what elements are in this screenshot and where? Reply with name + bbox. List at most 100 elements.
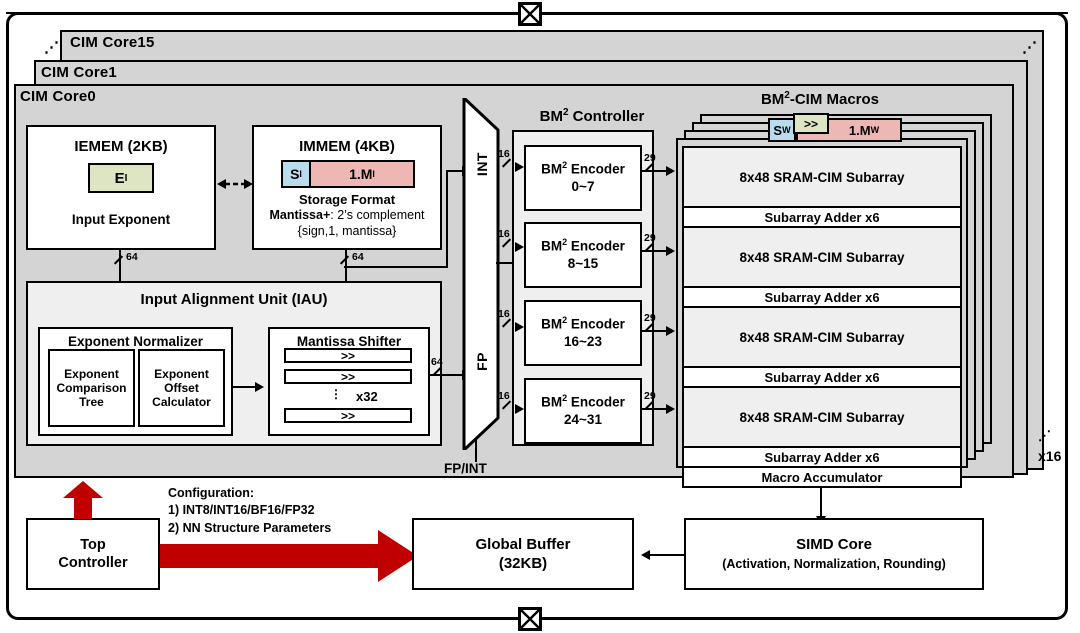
- bm2-encoder-0-line2: 0~7: [571, 178, 595, 194]
- configuration-text: Configuration: 1) INT8/INT16/BF16/FP32 2…: [168, 485, 331, 537]
- global-buffer-line2: (32KB): [498, 555, 548, 572]
- iemem-exponent-field: EI: [88, 163, 154, 193]
- shifter-vertical-ellipsis: ⋮: [330, 387, 342, 401]
- mem-link-bidirectional-arrow: [217, 177, 253, 191]
- subarray-adder-1[interactable]: Subarray Adder x6: [682, 286, 962, 308]
- core-stack-multiplier: x16: [1038, 448, 1062, 464]
- bm2-encoder-3-line1: BM2 Encoder: [541, 393, 625, 411]
- iemem-caption: Input Exponent: [71, 212, 171, 227]
- global-buffer-block[interactable]: Global Buffer (32KB): [412, 518, 634, 590]
- enc3-in-arrowhead: [515, 404, 524, 414]
- bm2-controller-title-rest: Controller: [568, 108, 645, 125]
- global-buffer-line1: Global Buffer: [475, 535, 571, 553]
- immem-format-line1-rest: : 2’s complement: [330, 208, 425, 222]
- immem-to-mux-vline: [446, 170, 449, 268]
- immem-title: IMMEM (4KB): [299, 138, 395, 155]
- bm2-controller-title: BM2 Controller: [512, 107, 672, 125]
- shifter-bus-width: 64: [431, 356, 443, 368]
- enc2-in-arrowhead: [515, 322, 524, 332]
- iau-title: Input Alignment Unit (IAU): [140, 291, 328, 308]
- subarray-adder-0[interactable]: Subarray Adder x6: [682, 206, 962, 228]
- simd-core-line2: (Activation, Normalization, Rounding): [722, 556, 946, 571]
- cim-core-label-0: CIM Core0: [20, 88, 96, 105]
- configuration-heading: Configuration:: [168, 486, 255, 500]
- bm2-encoder-0[interactable]: BM2 Encoder 0~7: [524, 145, 642, 211]
- bus-port-icon: [518, 2, 542, 26]
- enc2-out-arrowhead: [666, 326, 675, 336]
- bm2-encoder-2-rest: Encoder: [567, 316, 625, 332]
- macros-title-rest: -CIM Macros: [789, 91, 880, 108]
- bm2-encoder-2[interactable]: BM2 Encoder 16~23: [524, 300, 642, 366]
- enc0-in-arrowhead: [515, 162, 524, 172]
- bm2-encoder-1-line2: 8~15: [567, 255, 599, 271]
- immem-mantissa-sub: I: [372, 169, 375, 179]
- enc0-in-width: 16: [498, 148, 510, 160]
- macro-accumulator[interactable]: Macro Accumulator: [682, 466, 962, 488]
- mux-fp-label: FP: [474, 352, 490, 371]
- bm2-encoder-2-line1: BM2 Encoder: [541, 315, 625, 333]
- enc2-in-width: 16: [498, 308, 510, 320]
- bm2-encoder-1-rest: Encoder: [567, 238, 625, 254]
- sram-cim-subarray-1[interactable]: 8x48 SRAM-CIM Subarray: [682, 226, 962, 288]
- sram-cim-subarray-0[interactable]: 8x48 SRAM-CIM Subarray: [682, 146, 962, 208]
- shifter-multiplier: x32: [356, 389, 378, 404]
- top-bus-line-left: [6, 12, 518, 15]
- weight-mantissa-sub: W: [870, 125, 880, 135]
- configuration-right-arrow: [160, 530, 418, 582]
- immem-to-mux-hline: [344, 266, 448, 269]
- enc1-out-width: 29: [644, 232, 656, 244]
- exponent-comparison-tree-block[interactable]: Exponent Comparison Tree: [48, 349, 135, 427]
- enc0-out-arrowhead: [666, 166, 675, 176]
- shifter-row-1[interactable]: >>: [284, 369, 412, 384]
- iemem-exponent-sub: I: [124, 172, 128, 184]
- core-stack-ellipsis-left: ⋰: [44, 39, 59, 56]
- weight-sign-label: S: [773, 122, 783, 138]
- immem-sign-sub: I: [299, 169, 302, 179]
- iemem-title: IEMEM (2KB): [74, 138, 168, 155]
- subarray-adder-3[interactable]: Subarray Adder x6: [682, 446, 962, 468]
- sram-cim-subarray-3[interactable]: 8x48 SRAM-CIM Subarray: [682, 386, 962, 448]
- configuration-item-1: 1) INT8/INT16/BF16/FP32: [168, 503, 315, 518]
- bm2-encoder-3[interactable]: BM2 Encoder 24~31: [524, 378, 642, 444]
- shifter-row-2[interactable]: >>: [284, 408, 412, 423]
- bm2-encoder-1[interactable]: BM2 Encoder 8~15: [524, 222, 642, 288]
- top-controller-line1: Top: [80, 536, 106, 553]
- iemem-exponent-label: E: [114, 169, 125, 187]
- exponent-normalizer-title: Exponent Normalizer: [67, 334, 204, 349]
- bm2-encoder-2-line2: 16~23: [564, 333, 602, 349]
- top-controller-block[interactable]: Top Controller: [26, 518, 160, 590]
- bm2-encoder-3-line2: 24~31: [564, 411, 602, 427]
- weight-mantissa-label: 1.M: [848, 122, 871, 138]
- bm2-encoder-0-line1: BM2 Encoder: [541, 160, 625, 178]
- enc2-out-width: 29: [644, 312, 656, 324]
- enc3-out-arrowhead: [666, 404, 675, 414]
- weight-sign-sub: W: [782, 125, 791, 135]
- exponent-offset-calculator-block[interactable]: Exponent Offset Calculator: [138, 349, 225, 427]
- mux-select-line: [475, 440, 478, 462]
- bm2-encoder-0-rest: Encoder: [567, 161, 625, 177]
- bm2-encoder-1-line1: BM2 Encoder: [541, 237, 625, 255]
- cim-core-label-1: CIM Core1: [41, 64, 117, 81]
- iemem-bus-width: 64: [126, 251, 138, 263]
- bm2-encoder-2-main: BM: [541, 316, 563, 332]
- simd-to-buffer-line: [648, 554, 684, 557]
- immem-sign-label: S: [290, 166, 300, 182]
- sram-cim-subarray-2[interactable]: 8x48 SRAM-CIM Subarray: [682, 306, 962, 368]
- enc3-out-width: 29: [644, 390, 656, 402]
- macros-title-main: BM: [760, 91, 785, 108]
- normalizer-to-shifter-arrowhead: [255, 382, 264, 392]
- immem-bus-width: 64: [352, 251, 364, 263]
- architecture-diagram: CIM Core15 ⋰ ⋰ CIM Core1 CIM Core0 x16 ⋰…: [0, 0, 1080, 633]
- bus-port-icon: [518, 607, 542, 631]
- bm2-encoder-3-rest: Encoder: [567, 394, 625, 410]
- shifter-row-0[interactable]: >>: [284, 348, 412, 363]
- immem-format-line1: Mantissa+: 2’s complement: [252, 208, 442, 222]
- immem-mantissa-label: 1.M: [349, 166, 373, 182]
- configuration-up-arrow: [62, 481, 104, 519]
- immem-mantissa-field: 1.M I: [309, 160, 415, 188]
- subarray-adder-2[interactable]: Subarray Adder x6: [682, 366, 962, 388]
- simd-core-block[interactable]: SIMD Core (Activation, Normalization, Ro…: [684, 518, 984, 590]
- simd-to-buffer-arrowhead: [641, 550, 650, 560]
- enc3-in-width: 16: [498, 390, 510, 402]
- normalizer-to-shifter-line: [233, 386, 257, 389]
